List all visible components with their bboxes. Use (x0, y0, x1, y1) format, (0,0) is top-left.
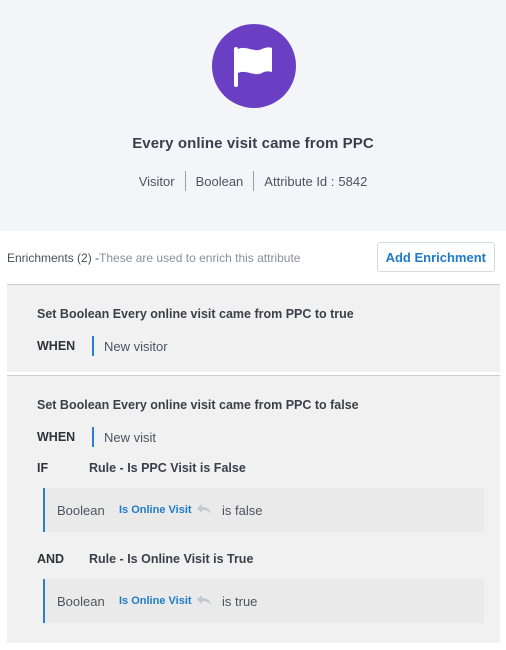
attribute-id: Attribute Id : 5842 (264, 174, 367, 189)
and-keyword: AND (37, 552, 65, 566)
attribute-id-label: Attribute Id : (264, 173, 335, 189)
divider (184, 171, 186, 191)
attribute-type: Boolean (195, 173, 244, 189)
enrichment-card[interactable]: Set Boolean Every online visit came from… (7, 375, 500, 643)
enrichments-label: Enrichments (2) -These are used to enric… (7, 251, 300, 265)
attribute-title: Every online visit came from PPC (132, 135, 374, 152)
enrichments-toolbar: Enrichments (2) -These are used to enric… (7, 242, 495, 272)
when-divider (92, 427, 94, 447)
condition-type: Boolean (57, 503, 105, 518)
enrichment-card[interactable]: Set Boolean Every online visit came from… (7, 284, 500, 372)
rule-name[interactable]: Rule - Is PPC Visit is False (89, 461, 246, 475)
enrichments-hint: These are used to enrich this attribute (99, 251, 301, 265)
enrichment-title: Set Boolean Every online visit came from… (37, 398, 359, 412)
enrichment-title: Set Boolean Every online visit came from… (37, 307, 354, 321)
rule-name[interactable]: Rule - Is Online Visit is True (89, 552, 253, 566)
condition-operator: is false (222, 503, 263, 518)
when-value: New visitor (104, 339, 168, 354)
when-keyword: WHEN (37, 430, 76, 444)
attribute-avatar (212, 24, 296, 108)
divider (253, 171, 255, 191)
flag-icon (234, 47, 272, 87)
attribute-header: Every online visit came from PPC Visitor… (0, 0, 506, 231)
when-keyword: WHEN (37, 339, 76, 353)
if-keyword: IF (37, 461, 49, 475)
attribute-entity: Visitor (138, 173, 175, 189)
condition-operator: is true (222, 594, 258, 609)
condition-field-link[interactable]: Is Online Visit (119, 504, 192, 516)
attribute-meta: Visitor Boolean Attribute Id : 5842 (0, 171, 506, 191)
when-divider (92, 336, 94, 356)
condition-field-link[interactable]: Is Online Visit (119, 595, 192, 607)
condition-type: Boolean (57, 594, 105, 609)
rule-condition: Boolean Is Online Visit is true (43, 579, 484, 623)
rule-condition: Boolean Is Online Visit is false (43, 488, 484, 532)
when-value: New visit (104, 430, 157, 445)
attribute-id-value: 5842 (338, 173, 368, 189)
undo-icon[interactable] (196, 593, 212, 607)
enrichments-count: Enrichments (2) - (7, 251, 100, 265)
undo-icon[interactable] (196, 502, 212, 516)
add-enrichment-button[interactable]: Add Enrichment (376, 242, 495, 272)
